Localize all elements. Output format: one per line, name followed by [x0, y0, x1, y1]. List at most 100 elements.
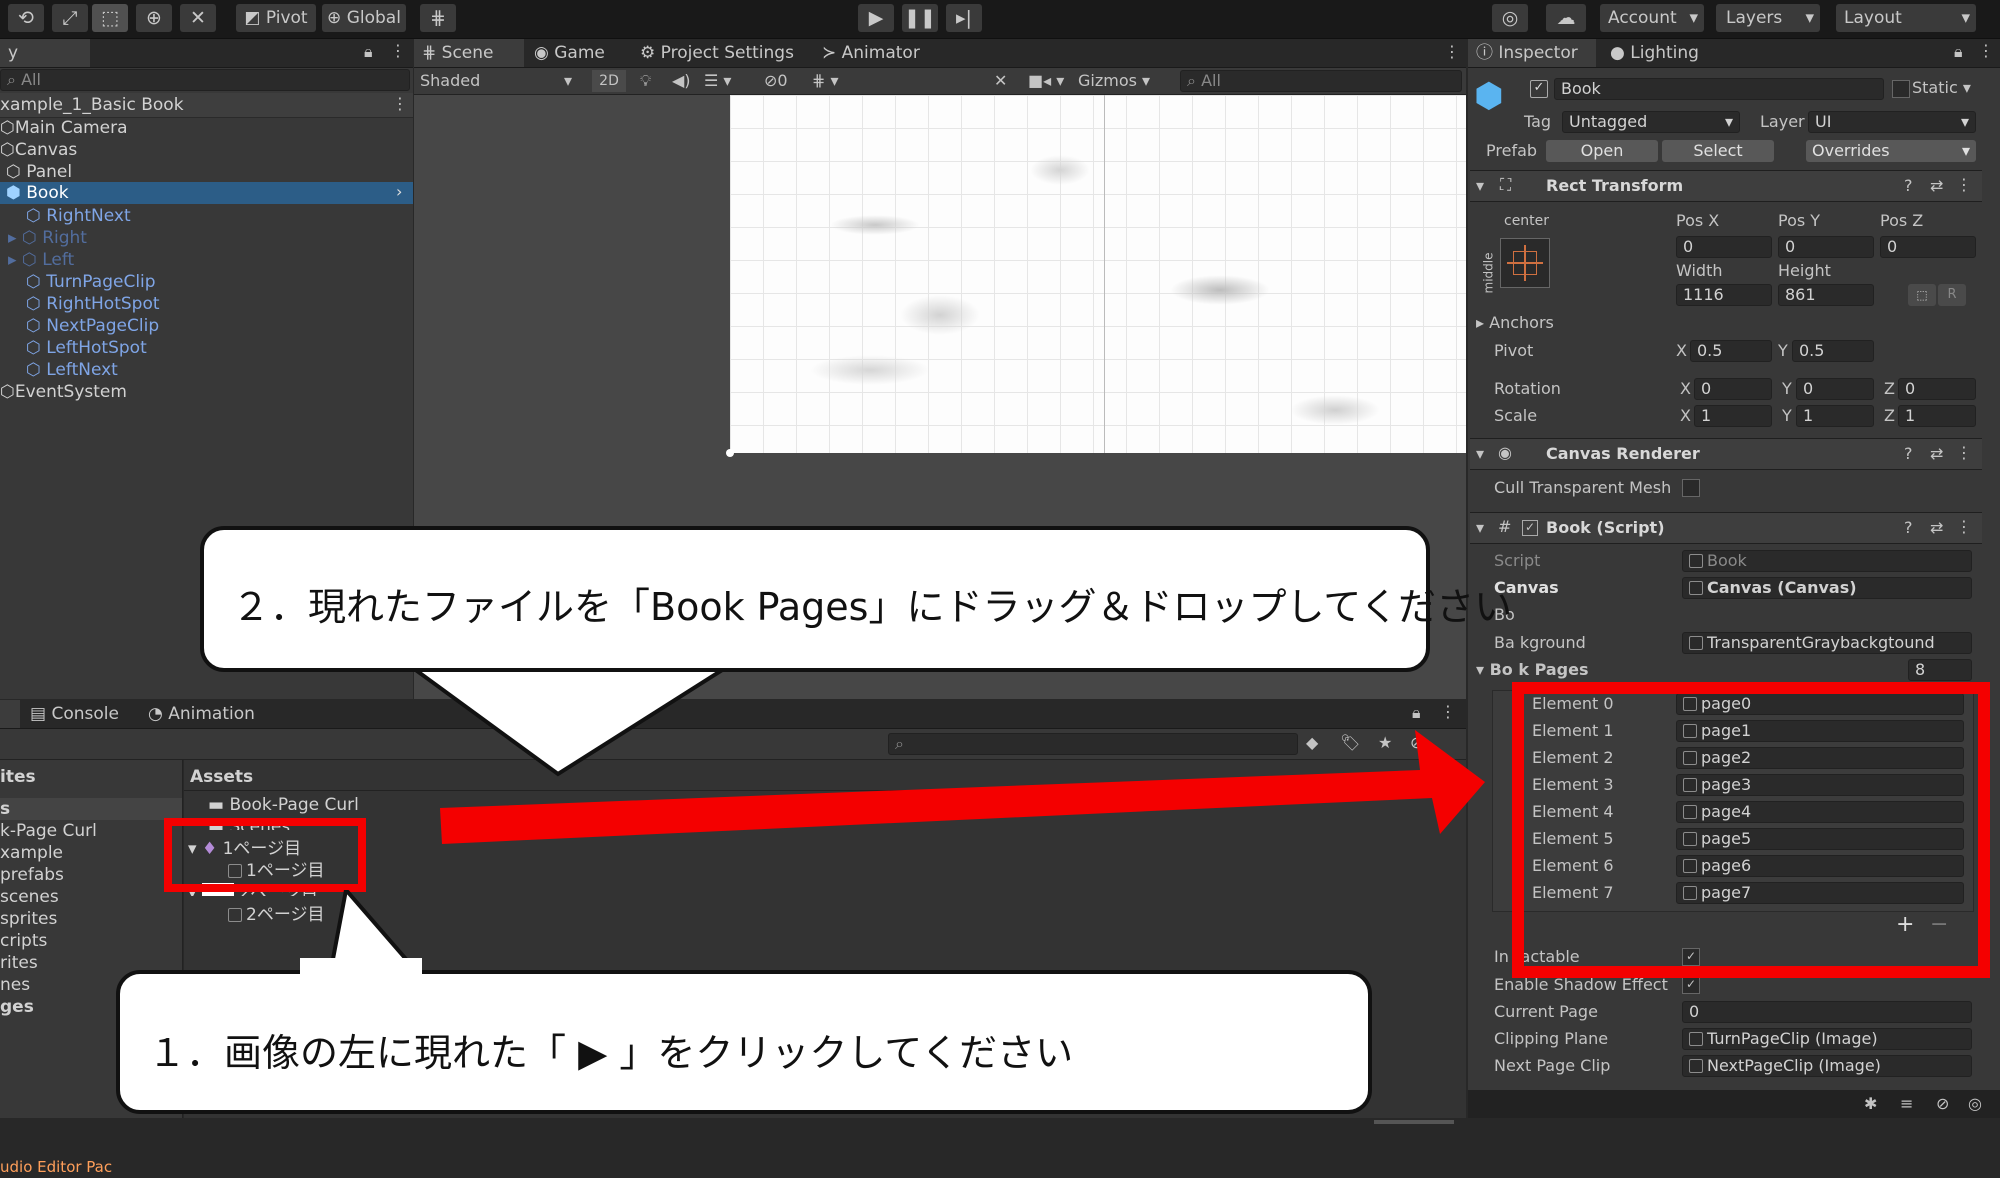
- hierarchy-item-left[interactable]: ▸ ⬡ Left: [8, 249, 74, 271]
- tab-scene[interactable]: ⋕ Scene: [414, 39, 524, 67]
- lock-icon[interactable]: 🔒︎: [364, 42, 373, 62]
- bug-icon[interactable]: ✱: [1864, 1094, 1877, 1113]
- height-field[interactable]: 861: [1778, 284, 1874, 306]
- background-field[interactable]: TransparentGraybackgtound: [1682, 632, 1972, 654]
- prefab-overrides-dropdown[interactable]: Overrides ▾: [1806, 140, 1976, 162]
- width-field[interactable]: 1116: [1676, 284, 1772, 306]
- static-dropdown[interactable]: Static ▾: [1912, 77, 1971, 99]
- raw-edit-button[interactable]: R: [1938, 284, 1966, 306]
- folder-item[interactable]: rites: [0, 952, 38, 974]
- hierarchy-item-book[interactable]: ⬢ Book ›: [0, 182, 413, 204]
- tab-inspector[interactable]: ⓘ Inspector: [1468, 39, 1596, 67]
- book-pages-size-field[interactable]: 8: [1908, 659, 1972, 681]
- chevron-right-icon[interactable]: ›: [396, 182, 402, 201]
- scale-z-field[interactable]: 1: [1898, 405, 1976, 427]
- asset-folder-book-page-curl[interactable]: ▬ Book-Page Curl: [208, 794, 359, 816]
- more-menu-icon[interactable]: ⋮: [1956, 517, 1972, 536]
- tab-animator[interactable]: ≻ Animator: [814, 39, 934, 67]
- object-name-field[interactable]: Book: [1554, 78, 1884, 100]
- book-pages-foldout[interactable]: ▾ Bo k Pages: [1476, 659, 1589, 681]
- custom-tool-icon[interactable]: ✕: [180, 4, 216, 32]
- tools-icon[interactable]: ✕: [994, 70, 1007, 92]
- audio-toggle-icon[interactable]: ◀): [672, 70, 691, 92]
- expand-arrow-icon[interactable]: ▸: [8, 228, 17, 248]
- pivot-x-field[interactable]: 0.5: [1690, 340, 1772, 362]
- transform-tool-icon[interactable]: ⊕: [136, 4, 172, 32]
- prefab-select-button[interactable]: Select: [1662, 140, 1774, 162]
- visibility-icon[interactable]: ⊘0: [764, 70, 788, 92]
- scale-x-field[interactable]: 1: [1694, 405, 1772, 427]
- tab-project-settings[interactable]: ⚙ Project Settings: [632, 39, 802, 67]
- next-page-clip-field[interactable]: NextPageClip (Image): [1682, 1055, 1972, 1077]
- collab-icon[interactable]: ◎: [1492, 4, 1528, 32]
- tab-lighting[interactable]: ● Lighting: [1602, 39, 1722, 67]
- hierarchy-item-nextpageclip[interactable]: ⬡ NextPageClip: [26, 315, 159, 337]
- more-menu-icon[interactable]: ⋮: [1978, 41, 1994, 60]
- clipping-plane-field[interactable]: TurnPageClip (Image): [1682, 1028, 1972, 1050]
- chevron-down-icon[interactable]: ▾: [564, 70, 572, 92]
- tab-console[interactable]: ▤ Console: [22, 700, 142, 728]
- scene-search-input[interactable]: ⌕ All: [1180, 70, 1462, 92]
- rect-transform-header[interactable]: ▾ ⛶ Rect Transform ? ⇄ ⋮: [1470, 170, 1982, 202]
- asset-sprite-page2[interactable]: 2ページ目: [228, 904, 324, 926]
- account-dropdown[interactable]: Account ▾: [1600, 4, 1704, 32]
- toggle-2d-button[interactable]: 2D: [592, 70, 626, 92]
- shading-dropdown[interactable]: Shaded: [420, 70, 480, 92]
- cull-transparent-checkbox[interactable]: [1682, 479, 1700, 497]
- hierarchy-item-right[interactable]: ▸ ⬡ Right: [8, 227, 87, 249]
- tab-hierarchy[interactable]: y: [0, 39, 90, 67]
- more-menu-icon[interactable]: ⋮: [1956, 175, 1972, 194]
- cache-icon[interactable]: ≡: [1900, 1094, 1913, 1113]
- pivot-handle[interactable]: [726, 449, 734, 457]
- preset-icon[interactable]: ⇄: [1930, 444, 1943, 463]
- pos-y-field[interactable]: 0: [1778, 236, 1874, 258]
- more-menu-icon[interactable]: ⋮: [1956, 443, 1972, 462]
- folder-item[interactable]: ges: [0, 996, 34, 1018]
- hierarchy-item-lefthotspot[interactable]: ⬡ LeftHotSpot: [26, 337, 147, 359]
- folder-item[interactable]: xample: [0, 842, 63, 864]
- layout-dropdown[interactable]: Layout ▾: [1836, 4, 1976, 32]
- tab-game[interactable]: ◉ Game: [526, 39, 626, 67]
- folder-item[interactable]: nes: [0, 974, 30, 996]
- zoom-slider[interactable]: [1374, 1120, 1454, 1124]
- rect-transform-tool-icon[interactable]: ⬚: [92, 4, 128, 32]
- hierarchy-item-righthotspot[interactable]: ⬡ RightHotSpot: [26, 293, 160, 315]
- hierarchy-item-turnpageclip[interactable]: ⬡ TurnPageClip: [26, 271, 156, 293]
- prefab-open-button[interactable]: Open: [1546, 140, 1658, 162]
- canvas-field[interactable]: Canvas (Canvas): [1682, 577, 1972, 599]
- rotation-z-field[interactable]: 0: [1898, 378, 1976, 400]
- book-script-header[interactable]: ▾ # ✓ Book (Script) ? ⇄ ⋮: [1470, 512, 1982, 544]
- hierarchy-item-leftnext[interactable]: ⬡ LeftNext: [26, 359, 118, 381]
- grid-snap-icon[interactable]: ⋕: [420, 4, 456, 32]
- canvas-renderer-header[interactable]: ▾ ◉ Canvas Renderer ? ⇄ ⋮: [1470, 438, 1982, 470]
- hierarchy-item-eventsystem[interactable]: ⬡EventSystem: [0, 381, 127, 403]
- preset-icon[interactable]: ⇄: [1930, 176, 1943, 195]
- step-button[interactable]: ▸|: [946, 4, 982, 32]
- tag-dropdown[interactable]: Untagged ▾: [1562, 111, 1740, 133]
- static-checkbox[interactable]: [1892, 80, 1910, 98]
- help-icon[interactable]: ?: [1904, 176, 1913, 195]
- active-checkbox[interactable]: ✓: [1530, 80, 1548, 98]
- cloud-icon[interactable]: ☁: [1546, 4, 1586, 32]
- blueprint-mode-button[interactable]: ⬚: [1908, 284, 1936, 306]
- rect-tool-icon[interactable]: ⤢: [52, 4, 88, 32]
- debug-icon[interactable]: ⊘: [1936, 1094, 1949, 1113]
- lighting-toggle-icon[interactable]: 💡︎: [640, 70, 651, 92]
- current-page-field[interactable]: 0: [1682, 1001, 1972, 1023]
- component-enabled-checkbox[interactable]: ✓: [1522, 520, 1538, 536]
- hand-tool-icon[interactable]: ⟲: [8, 4, 44, 32]
- hierarchy-item-panel[interactable]: ⬡ Panel: [6, 161, 72, 183]
- tab-project[interactable]: [0, 700, 20, 728]
- global-toggle[interactable]: ⊕ Global: [322, 4, 406, 32]
- preset-icon[interactable]: ⇄: [1930, 518, 1943, 537]
- hierarchy-item-rightnext[interactable]: ⬡ RightNext: [26, 205, 131, 227]
- foldout-arrow-icon[interactable]: ▾: [1476, 176, 1484, 195]
- pos-z-field[interactable]: 0: [1880, 236, 1976, 258]
- notify-icon[interactable]: ◎: [1968, 1094, 1982, 1113]
- hierarchy-item-canvas[interactable]: ⬡Canvas: [0, 139, 77, 161]
- layer-dropdown[interactable]: UI ▾: [1808, 111, 1976, 133]
- rotation-x-field[interactable]: 0: [1694, 378, 1772, 400]
- help-icon[interactable]: ?: [1904, 518, 1913, 537]
- pause-button[interactable]: ❚❚: [902, 4, 938, 32]
- more-menu-icon[interactable]: ⋮: [390, 41, 406, 60]
